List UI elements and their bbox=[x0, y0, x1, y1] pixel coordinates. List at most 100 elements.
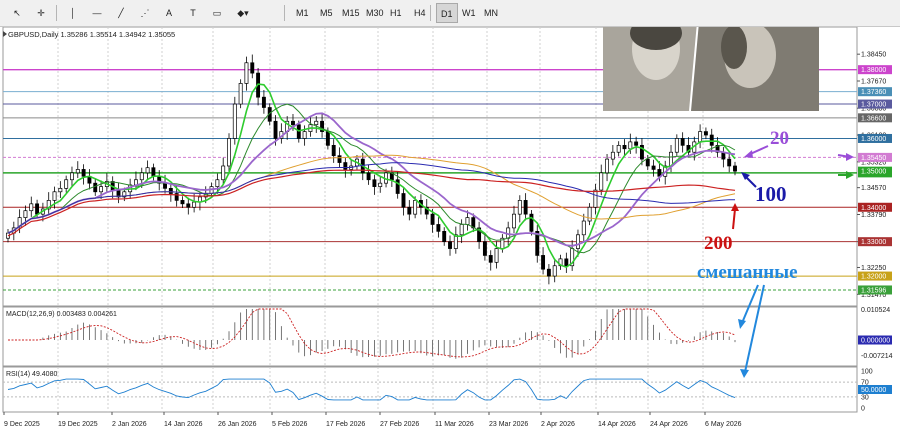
trendline-icon[interactable]: ╱ bbox=[110, 3, 132, 23]
candle-body bbox=[733, 165, 737, 172]
candle-body bbox=[599, 172, 604, 191]
price-level-label: 1.37360 bbox=[861, 89, 886, 96]
shapes-icon[interactable]: ◆▾ bbox=[232, 3, 254, 23]
timeframe-mn-button[interactable]: MN bbox=[480, 3, 502, 23]
timeframe-m5-button[interactable]: M5 bbox=[316, 3, 337, 23]
candle-body bbox=[291, 120, 295, 126]
horizontal-line-icon[interactable]: — bbox=[86, 3, 108, 23]
timeframe-h1-button[interactable]: H1 bbox=[386, 3, 406, 23]
candle-body bbox=[552, 265, 557, 277]
timeframe-w1-button[interactable]: W1 bbox=[458, 3, 480, 23]
current-price-label: 1.35000 bbox=[861, 169, 886, 176]
candle-body bbox=[273, 120, 278, 139]
candle-body bbox=[401, 193, 406, 208]
candle-body bbox=[343, 162, 348, 170]
candle-body bbox=[314, 120, 319, 126]
franklin-hair bbox=[721, 27, 747, 69]
timeframe-d1-button[interactable]: D1 bbox=[436, 3, 458, 23]
candle-body bbox=[512, 213, 516, 229]
trading-terminal-window: ↖ ✛ │ — ╱ ⋰ A T ▭ ◆▾ M1 M5 M15 M30 H1 H4 D1 W1 MN GBPUSD,D… bbox=[0, 0, 900, 439]
price-level-label: 1.32000 bbox=[861, 274, 886, 281]
candle-body bbox=[302, 131, 307, 139]
candle-body bbox=[250, 62, 255, 74]
date-tick-label: 14 Jan 2026 bbox=[164, 421, 203, 428]
gbpusd-daily-chart[interactable]: GBPUSD,Daily 1.35286 1.35514 1.34942 1.3… bbox=[0, 27, 900, 439]
date-tick-label: 17 Feb 2026 bbox=[326, 421, 365, 428]
candle-body bbox=[587, 206, 592, 222]
candle-body bbox=[413, 200, 418, 215]
candle-body bbox=[674, 138, 679, 153]
candle-body bbox=[645, 158, 650, 167]
macd-zero-label: 0.000000 bbox=[861, 338, 890, 345]
candle-body bbox=[378, 182, 383, 187]
candle-body bbox=[93, 182, 98, 193]
rsi-tick-label: 100 bbox=[861, 369, 873, 376]
candle-body bbox=[227, 138, 231, 167]
date-tick-label: 11 Mar 2026 bbox=[435, 421, 474, 428]
candle-body bbox=[488, 255, 493, 263]
candle-body bbox=[331, 144, 336, 157]
candle-body bbox=[610, 151, 615, 160]
candle-body bbox=[529, 213, 534, 232]
rectangle-icon[interactable]: ▭ bbox=[206, 3, 228, 23]
price-level-label: 1.33000 bbox=[861, 239, 886, 246]
channel-icon[interactable]: ⋰ bbox=[134, 3, 156, 23]
candle-body bbox=[70, 172, 74, 181]
candle-body bbox=[244, 62, 249, 84]
rsi-label: RSI(14) 49.4080 bbox=[6, 371, 57, 378]
timeframe-m30-button[interactable]: M30 bbox=[362, 3, 388, 23]
candle-body bbox=[192, 201, 197, 208]
candle-body bbox=[448, 241, 452, 249]
price-tick-label: 1.38450 bbox=[861, 52, 886, 59]
timeframe-m1-button[interactable]: M1 bbox=[292, 3, 313, 23]
price-level-label: 1.35450 bbox=[861, 155, 886, 162]
candle-body bbox=[459, 224, 464, 236]
candle-body bbox=[616, 144, 621, 153]
candle-body bbox=[622, 144, 627, 150]
candle-body bbox=[139, 172, 144, 181]
price-level-label: 1.31596 bbox=[861, 287, 886, 294]
candle-body bbox=[35, 203, 40, 215]
candle-body bbox=[232, 103, 237, 139]
timeframe-m15-button[interactable]: M15 bbox=[338, 3, 364, 23]
timeframe-h4-button[interactable]: H4 bbox=[410, 3, 430, 23]
text-icon[interactable]: A bbox=[158, 3, 180, 23]
candle-body bbox=[81, 169, 86, 177]
macd-label: MACD(12,26,9) 0.003483 0.004261 bbox=[6, 311, 117, 318]
candle-body bbox=[145, 167, 150, 174]
candle-body bbox=[698, 131, 703, 143]
toolbar-separator bbox=[430, 5, 431, 21]
candle-body bbox=[651, 165, 656, 170]
date-tick-label: 2 Jan 2026 bbox=[112, 421, 147, 428]
candle-body bbox=[163, 182, 167, 189]
crosshair-icon[interactable]: ✛ bbox=[30, 3, 52, 23]
candle-body bbox=[29, 203, 34, 212]
date-tick-label: 24 Apr 2026 bbox=[650, 421, 688, 428]
candle-body bbox=[186, 203, 191, 208]
candle-body bbox=[727, 158, 732, 167]
candle-body bbox=[628, 141, 633, 150]
chart-header-label: GBPUSD,Daily 1.35286 1.35514 1.34942 1.3… bbox=[8, 30, 175, 39]
candle-body bbox=[564, 258, 569, 267]
candle-body bbox=[546, 268, 551, 277]
text-label-icon[interactable]: T bbox=[182, 3, 204, 23]
candle-body bbox=[576, 234, 580, 249]
chart-toolbar: ↖ ✛ │ — ╱ ⋰ A T ▭ ◆▾ M1 M5 M15 M30 H1 H4 D1 W1 MN bbox=[0, 0, 900, 27]
cursor-icon[interactable]: ↖ bbox=[6, 3, 28, 23]
candle-body bbox=[517, 200, 522, 215]
price-level-label: 1.38000 bbox=[861, 67, 886, 74]
price-level-label: 1.36600 bbox=[861, 115, 886, 122]
candle-body bbox=[58, 187, 63, 193]
price-level-label: 1.36000 bbox=[861, 136, 886, 143]
annotation-20: 20 bbox=[770, 128, 789, 149]
price-tick-label: 1.37670 bbox=[861, 79, 886, 86]
candle-body bbox=[215, 179, 220, 187]
price-level-label: 1.37000 bbox=[861, 102, 886, 109]
candle-body bbox=[151, 167, 156, 177]
vertical-line-icon[interactable]: │ bbox=[62, 3, 84, 23]
price-tick-label: 1.34570 bbox=[861, 185, 886, 192]
rsi-tick-label: 0 bbox=[861, 406, 865, 413]
annotation-100: 100 bbox=[755, 182, 787, 206]
candle-body bbox=[541, 255, 546, 270]
date-tick-label: 6 May 2026 bbox=[705, 421, 742, 428]
